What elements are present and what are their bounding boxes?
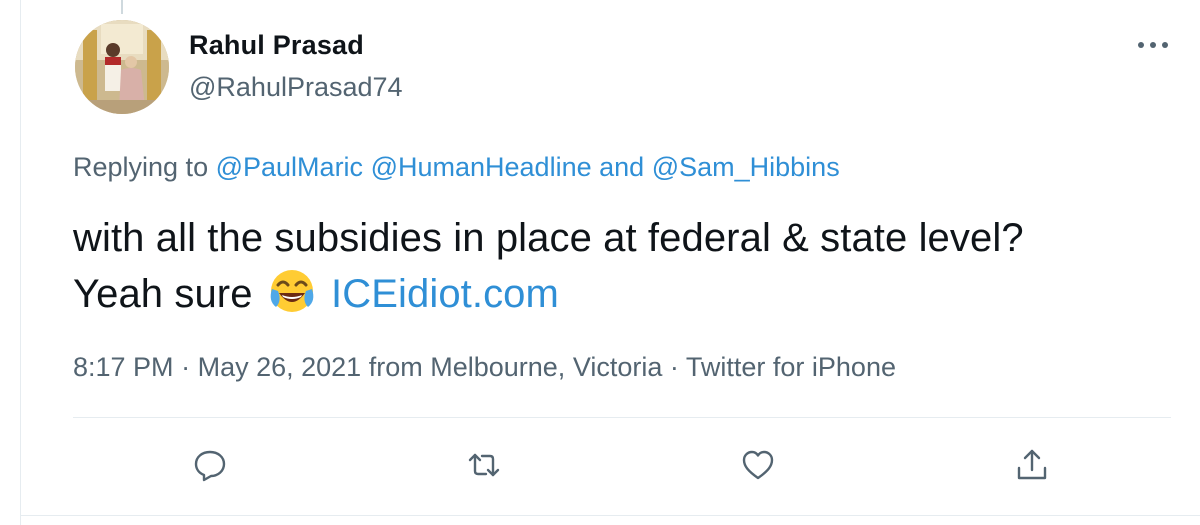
share-icon [1017,449,1047,480]
card-bottom-border [20,515,1200,516]
avatar[interactable] [75,20,169,114]
tweet-text-prefix: Yeah sure [73,272,253,316]
replying-to-label: Replying to [73,152,209,182]
location-prefix: from [368,352,423,382]
tweet-date[interactable]: May 26, 2021 [198,352,362,382]
tweet-meta: 8:17 PM · May 26, 2021 from Melbourne, V… [73,352,896,383]
tweet-text-line-2: Yeah sure ICEidiot.com [73,266,1024,322]
reply-icon [194,450,226,482]
like-icon [742,450,774,480]
author-handle[interactable]: @RahulPrasad74 [189,72,403,103]
reply-button[interactable] [185,440,235,490]
meta-separator: · [181,352,191,382]
share-button[interactable] [1007,440,1057,490]
tweet-body: with all the subsidies in place at feder… [73,210,1024,322]
meta-separator: · [669,352,679,382]
actions-divider [73,417,1171,418]
thread-connector-line [121,0,123,14]
tweet-card: Rahul Prasad @RahulPrasad74 Replying to … [20,0,1200,525]
tweet-actions-bar [73,440,1171,490]
more-options-button[interactable] [1133,30,1173,60]
tears-of-joy-emoji-icon [270,270,314,312]
retweet-button[interactable] [459,440,509,490]
tweet-link[interactable]: ICEidiot.com [331,272,559,316]
reply-conjunction[interactable]: and [599,152,644,182]
author-display-name[interactable]: Rahul Prasad [189,30,364,61]
tweet-time[interactable]: 8:17 PM [73,352,174,382]
replying-to-line: Replying to @PaulMaric @HumanHeadline an… [73,152,840,183]
retweet-icon [468,453,500,477]
mention-link-paulmaric[interactable]: @PaulMaric [216,152,363,182]
tweet-text-line-1: with all the subsidies in place at feder… [73,216,1024,260]
tweet-location[interactable]: Melbourne, Victoria [430,352,662,382]
tweet-source[interactable]: Twitter for iPhone [686,352,896,382]
like-button[interactable] [733,440,783,490]
more-dots-icon [1138,42,1168,48]
avatar-image [75,20,169,114]
mention-link-humanheadline[interactable]: @HumanHeadline [371,152,592,182]
mention-link-sam-hibbins[interactable]: @Sam_Hibbins [652,152,840,182]
